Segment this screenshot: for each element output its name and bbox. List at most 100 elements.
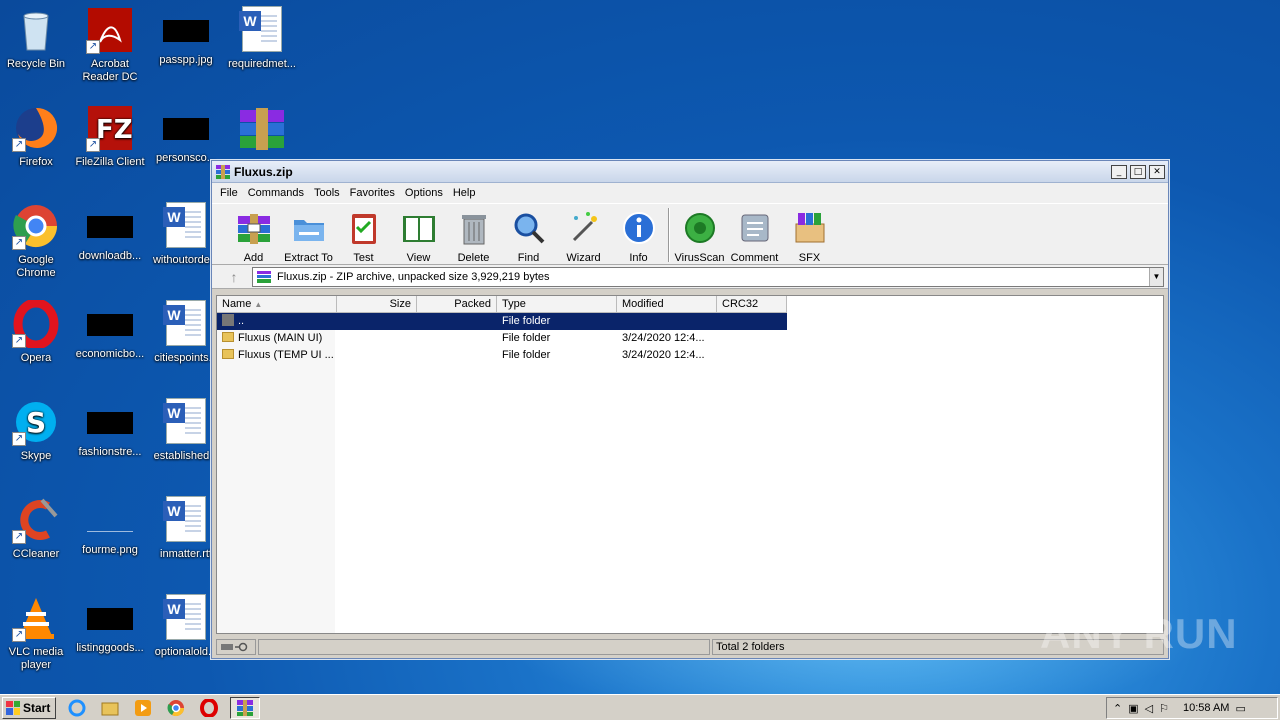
ie-icon[interactable]: [65, 697, 89, 719]
sfx-label: SFX: [798, 252, 821, 264]
file-list[interactable]: Name ▲ Size Packed Type Modified CRC32 .…: [216, 295, 1164, 634]
menu-commands[interactable]: Commands: [244, 187, 310, 199]
desktop-icon[interactable]: Wrequiredmet...: [224, 6, 300, 71]
sfx-button[interactable]: SFX: [782, 208, 837, 264]
desktop-icon-label: listinggoods...: [76, 642, 144, 654]
desktop-icon[interactable]: personsco...: [148, 104, 224, 165]
desktop-icon[interactable]: ↗ VLC media player: [0, 594, 74, 672]
desktop-icon[interactable]: fashionstre...: [72, 398, 148, 459]
desktop-icon[interactable]: FZ ↗ FileZilla Client: [72, 104, 148, 169]
extract-folder-icon: [293, 220, 324, 241]
winrar-taskbar-icon[interactable]: [230, 696, 260, 719]
find-button[interactable]: Find: [501, 208, 556, 264]
flag-icon[interactable]: ⚐: [1159, 702, 1169, 715]
close-button[interactable]: ✕: [1149, 164, 1165, 179]
image-file-icon: [163, 20, 209, 42]
maximize-button[interactable]: □: [1130, 164, 1146, 179]
shortcut-arrow-icon: ↗: [12, 138, 26, 152]
col-modified[interactable]: Modified: [617, 296, 717, 313]
table-row[interactable]: Fluxus (TEMP UI ... File folder 3/24/202…: [217, 347, 787, 364]
add-button[interactable]: Add: [226, 208, 281, 264]
desktop-icon[interactable]: ↗ Google Chrome: [0, 202, 74, 280]
winrar-window[interactable]: Fluxus.zip _ □ ✕ File Commands Tools Fav…: [211, 160, 1169, 659]
desktop-icon-label: passpp.jpg: [159, 54, 213, 66]
word-doc-icon: W: [162, 202, 210, 250]
desktop-icon[interactable]: ↗ Acrobat Reader DC: [72, 6, 148, 84]
chevron-down-icon[interactable]: ▼: [1149, 267, 1163, 286]
show-desktop-icon[interactable]: ▭: [1235, 702, 1245, 715]
svg-text:FZ: FZ: [96, 115, 133, 145]
toolbar-separator: [668, 208, 670, 262]
menu-options[interactable]: Options: [401, 187, 449, 199]
image-file-icon: [87, 608, 133, 630]
desktop-icon-label: FileZilla Client: [75, 156, 145, 168]
desktop-icon[interactable]: listinggoods...: [72, 594, 148, 655]
start-button[interactable]: Start: [2, 696, 56, 719]
extract-to-button[interactable]: Extract To: [281, 208, 336, 264]
volume-icon[interactable]: ◁: [1145, 702, 1153, 715]
view-button[interactable]: View: [391, 208, 446, 264]
chrome-taskbar-icon[interactable]: [164, 697, 188, 719]
row-type: File folder: [502, 315, 551, 327]
network-icon[interactable]: ▣: [1128, 702, 1138, 715]
desktop-icon[interactable]: fourme.png: [72, 496, 148, 557]
status-selection: [258, 639, 710, 655]
explorer-icon[interactable]: [98, 697, 122, 719]
desktop-icon[interactable]: ↗ Opera: [0, 298, 74, 365]
table-row[interactable]: .. File folder: [217, 313, 787, 330]
table-row[interactable]: Fluxus (MAIN UI) File folder 3/24/2020 1…: [217, 330, 787, 347]
comment-button[interactable]: Comment: [727, 208, 782, 264]
image-file-icon: [87, 216, 133, 238]
comment-icon: [741, 214, 768, 242]
col-size[interactable]: Size: [337, 296, 417, 313]
clock[interactable]: 10:58 AM: [1183, 702, 1229, 714]
desktop-icon-label: fashionstre...: [78, 446, 142, 458]
desktop-icon[interactable]: ↗ Firefox: [0, 104, 74, 169]
delete-button[interactable]: Delete: [446, 208, 501, 264]
row-name: Fluxus (TEMP UI ...: [238, 349, 334, 361]
wizard-button[interactable]: Wizard: [556, 208, 611, 264]
word-doc-icon: W: [162, 594, 210, 642]
desktop-icon[interactable]: downloadb...: [72, 202, 148, 263]
col-packed[interactable]: Packed: [417, 296, 497, 313]
row-crc: [717, 330, 787, 347]
word-doc-icon: W: [162, 496, 210, 544]
address-field[interactable]: Fluxus.zip - ZIP archive, unpacked size …: [252, 266, 1164, 287]
col-type[interactable]: Type: [497, 296, 617, 313]
menu-tools[interactable]: Tools: [310, 187, 346, 199]
sort-up-icon: ▲: [254, 300, 263, 309]
desktop-icon[interactable]: [224, 104, 300, 156]
virusscan-button[interactable]: VirusScan: [672, 208, 727, 264]
col-crc32[interactable]: CRC32: [717, 296, 787, 313]
row-modified: 3/24/2020 12:4...: [622, 349, 705, 361]
minimize-button[interactable]: _: [1111, 164, 1127, 179]
opera-taskbar-icon[interactable]: [197, 697, 221, 719]
media-player-icon[interactable]: [131, 697, 155, 719]
desktop-icon[interactable]: S ↗ Skype: [0, 398, 74, 463]
menu-help[interactable]: Help: [449, 187, 482, 199]
info-button[interactable]: Info: [611, 208, 666, 264]
title-bar[interactable]: Fluxus.zip _ □ ✕: [212, 161, 1168, 183]
row-name: Fluxus (MAIN UI): [238, 332, 323, 344]
drive-key-icon[interactable]: [216, 639, 256, 655]
desktop-icon[interactable]: passpp.jpg: [148, 6, 224, 67]
shortcut-arrow-icon: ↗: [12, 628, 26, 642]
desktop-icon-label: requiredmet...: [228, 58, 296, 70]
desktop-icon[interactable]: economicbo...: [72, 300, 148, 361]
desktop-icon-label: Recycle Bin: [6, 58, 66, 70]
info-icon: [622, 212, 655, 244]
row-modified: [617, 313, 717, 330]
col-name[interactable]: Name ▲: [217, 296, 337, 313]
col-name-label: Name: [222, 298, 252, 310]
folder-icon: [222, 349, 234, 359]
desktop-icon[interactable]: Recycle Bin: [0, 6, 74, 71]
up-arrow-icon[interactable]: ↑: [216, 269, 252, 285]
menu-file[interactable]: File: [216, 187, 244, 199]
shortcut-arrow-icon: ↗: [12, 530, 26, 544]
row-type: File folder: [502, 349, 551, 361]
desktop-icon[interactable]: ↗ CCleaner: [0, 496, 74, 561]
test-button[interactable]: Test: [336, 208, 391, 264]
menu-favorites[interactable]: Favorites: [346, 187, 401, 199]
image-file-icon: [87, 412, 133, 434]
tray-expand-icon[interactable]: ⌃: [1113, 702, 1122, 715]
